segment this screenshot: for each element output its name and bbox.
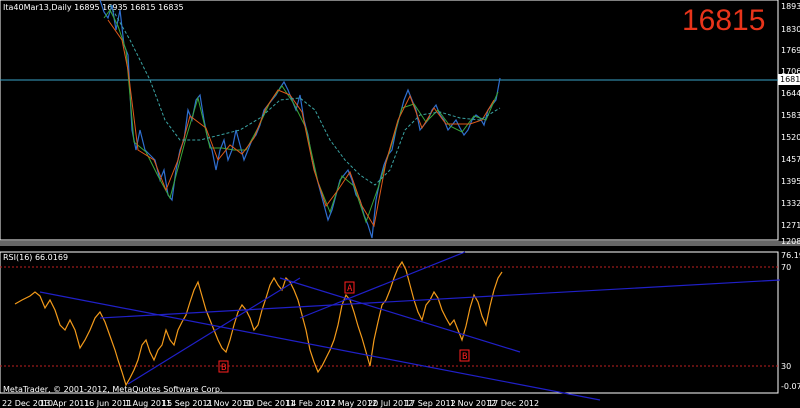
y-tick-label: 12083 [781, 237, 800, 246]
big-price-display: 16815 [682, 4, 765, 37]
trend-line-ascending-1[interactable] [99, 279, 781, 319]
main-y-axis: 18938 18303 17693 17063 16448 15833 1520… [781, 2, 800, 246]
chart-canvas[interactable]: 18938 18303 17693 17063 16448 15833 1520… [0, 0, 800, 408]
price-line [99, 0, 501, 239]
y-tick-label: 16448 [781, 89, 800, 98]
y-tick-label: 15833 [781, 111, 800, 120]
annotation-label: A [347, 284, 353, 294]
moving-average-line [109, 4, 501, 186]
rsi-tick-label: 70 [781, 263, 791, 272]
copyright-text: MetaTrader, © 2001-2012, MetaQuotes Soft… [3, 385, 222, 394]
trend-line-ascending-2[interactable] [127, 277, 301, 385]
rsi-tick-label: -0.0779 [781, 382, 800, 391]
y-tick-label: 18938 [781, 2, 800, 11]
rsi-tick-label: 76.1952 [781, 251, 800, 260]
x-axis: 22 Dec 2010 13 Apr 2011 16 Jun 2011 1 Au… [2, 399, 539, 408]
price-bars-green [103, 9, 499, 224]
y-tick-label: 17693 [781, 46, 800, 55]
price-bars-red [107, 19, 495, 228]
rsi-panel-frame [0, 251, 779, 394]
symbol-header: Ita40Mar13,Daily 16895 16935 16815 16835 [3, 3, 184, 12]
panel-separator[interactable] [0, 241, 800, 246]
rsi-y-axis: 76.1952 70 30 -0.0779 [781, 251, 800, 391]
main-panel-frame [0, 0, 779, 241]
trend-line-descending-2[interactable] [279, 277, 521, 353]
y-tick-label: 13958 [781, 177, 800, 186]
y-tick-label: 18303 [781, 25, 800, 34]
y-tick-label: 13328 [781, 199, 800, 208]
x-tick-label: 17 Dec 2012 [488, 399, 539, 408]
metatrader-window: 18938 18303 17693 17063 16448 15833 1520… [0, 0, 800, 408]
trend-line-descending-1[interactable] [39, 291, 601, 401]
y-tick-label: 15203 [781, 133, 800, 142]
y-tick-label: 12713 [781, 221, 800, 230]
rsi-tick-label: 30 [781, 362, 791, 371]
x-tick-label: 13 Apr 2011 [40, 399, 89, 408]
current-price-tag-label: 16815 [780, 75, 800, 84]
x-tick-label: 17 Sep 2012 [405, 399, 456, 408]
rsi-header: RSI(16) 66.0169 [3, 253, 68, 262]
trend-line-ascending-3[interactable] [299, 251, 466, 319]
annotation-label: B [221, 363, 226, 373]
y-tick-label: 14573 [781, 155, 800, 164]
annotation-label: B [462, 352, 467, 362]
